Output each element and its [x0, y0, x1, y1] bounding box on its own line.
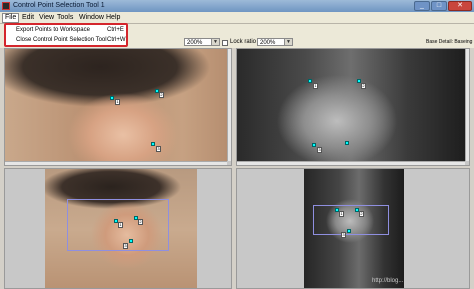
base-zoom-select[interactable]: 200% ▼ — [257, 38, 293, 46]
horizontal-scrollbar[interactable] — [237, 161, 465, 165]
menu-file[interactable]: File — [2, 13, 20, 23]
control-point-marker[interactable] — [151, 142, 155, 146]
chevron-down-icon: ▼ — [211, 39, 219, 45]
control-point-label: 1 — [313, 83, 318, 89]
control-point-marker[interactable] — [312, 143, 316, 147]
lock-ratio-checkbox[interactable] — [222, 40, 228, 46]
lock-ratio-label: Lock ratio — [230, 39, 257, 45]
horizontal-scrollbar[interactable] — [5, 161, 227, 165]
control-point-label: 2 — [159, 92, 164, 98]
detail-region-rectangle[interactable] — [313, 205, 389, 235]
menu-window[interactable]: Window — [79, 14, 104, 21]
vertical-scrollbar[interactable] — [465, 49, 469, 161]
control-point-label: 2 — [138, 219, 143, 225]
control-point-label: 2 — [359, 211, 364, 217]
control-point-marker[interactable] — [345, 141, 349, 145]
maximize-icon: □ — [436, 2, 442, 9]
minimize-icon: _ — [420, 2, 424, 9]
chevron-down-icon: ▼ — [284, 39, 292, 45]
control-point-label: 3 — [317, 147, 322, 153]
maximize-button[interactable]: □ — [431, 1, 447, 11]
watermark-text: http://blog... — [372, 278, 404, 284]
control-point-marker[interactable] — [308, 79, 312, 83]
base-detail-pane[interactable]: 1 2 3 — [236, 48, 470, 166]
control-point-label: 3 — [156, 146, 161, 152]
control-point-label: 1 — [115, 99, 120, 105]
minimize-button[interactable]: _ — [414, 1, 430, 11]
title-bar: Control Point Selection Tool 1 _ □ ✕ — [0, 0, 474, 12]
input-detail-image — [5, 49, 227, 161]
vertical-scrollbar[interactable] — [227, 49, 231, 161]
export-points-shortcut: Ctrl+E — [107, 27, 124, 33]
menu-view[interactable]: View — [39, 14, 54, 21]
close-tool-menu-item[interactable]: Close Control Point Selection Tool — [16, 37, 107, 43]
input-zoom-select[interactable]: 200% ▼ — [184, 38, 220, 46]
input-zoom-value: 200% — [187, 40, 203, 46]
control-point-marker[interactable] — [110, 96, 114, 100]
base-detail-image — [237, 49, 465, 161]
control-point-marker[interactable] — [129, 239, 133, 243]
close-icon: ✕ — [457, 2, 463, 9]
window-title: Control Point Selection Tool 1 — [13, 2, 105, 9]
control-point-label: 3 — [341, 232, 346, 238]
close-tool-shortcut: Ctrl+W — [107, 37, 126, 43]
menu-help[interactable]: Help — [106, 14, 120, 21]
close-window-button[interactable]: ✕ — [448, 1, 472, 11]
control-point-label: 3 — [123, 243, 128, 249]
base-detail-label: Base Detail: Baseing — [426, 39, 473, 45]
menu-tools[interactable]: Tools — [57, 14, 73, 21]
export-points-menu-item[interactable]: Export Points to Workspace — [16, 27, 90, 33]
file-menu-dropdown: Export Points to Workspace Ctrl+E Close … — [4, 23, 128, 47]
base-zoom-value: 200% — [260, 40, 276, 46]
control-point-label: 2 — [361, 83, 366, 89]
base-overview-pane[interactable]: 1 2 3 — [236, 168, 470, 289]
input-overview-pane[interactable]: 1 2 3 — [4, 168, 232, 289]
control-point-label: 1 — [339, 211, 344, 217]
menu-edit[interactable]: Edit — [22, 14, 34, 21]
control-point-marker[interactable] — [347, 229, 351, 233]
control-point-label: 1 — [118, 222, 123, 228]
matlab-app-icon — [2, 2, 10, 10]
input-detail-pane[interactable]: 1 2 3 — [4, 48, 232, 166]
